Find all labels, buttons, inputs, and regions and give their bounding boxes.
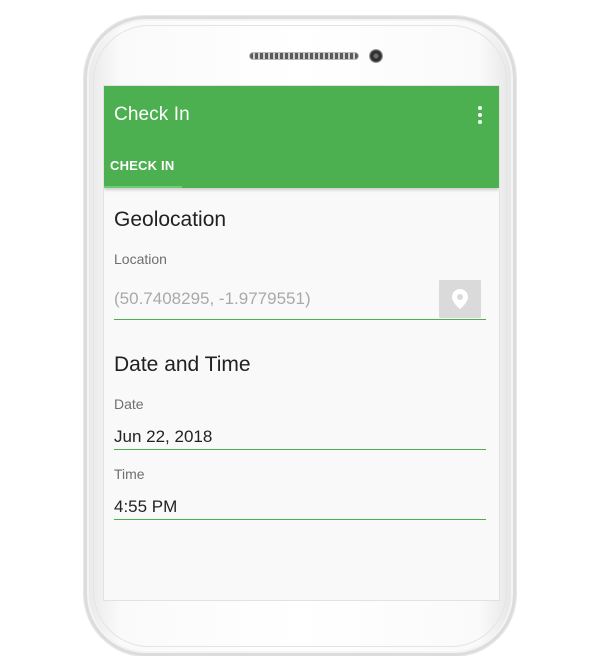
menu-dot	[478, 120, 482, 124]
tab-check-in-label: CHECK IN	[110, 158, 175, 173]
time-underline	[114, 519, 486, 520]
date-underline	[114, 449, 486, 450]
date-time-heading: Date and Time	[114, 353, 251, 376]
location-underline	[114, 319, 486, 320]
location-pin-icon	[452, 289, 468, 309]
geolocation-heading: Geolocation	[114, 208, 227, 231]
time-label: Time	[114, 466, 145, 482]
get-location-button[interactable]	[439, 280, 481, 318]
date-field[interactable]: Jun 22, 2018	[114, 427, 212, 447]
front-camera	[369, 49, 383, 63]
speaker-grille	[249, 52, 359, 60]
tab-check-in[interactable]: CHECK IN	[104, 144, 182, 188]
menu-dot	[478, 106, 482, 110]
app-screen: Check In CHECK IN Geolocation Location (…	[104, 86, 499, 600]
location-label: Location	[114, 251, 167, 267]
time-field[interactable]: 4:55 PM	[114, 497, 177, 517]
location-field[interactable]: (50.7408295, -1.9779551)	[114, 289, 311, 309]
app-title: Check In	[114, 104, 190, 125]
app-bar: Check In CHECK IN	[104, 86, 499, 188]
date-label: Date	[114, 396, 144, 412]
tab-selected-indicator	[104, 186, 182, 188]
menu-dot	[478, 113, 482, 117]
more-vertical-icon[interactable]	[471, 104, 489, 126]
